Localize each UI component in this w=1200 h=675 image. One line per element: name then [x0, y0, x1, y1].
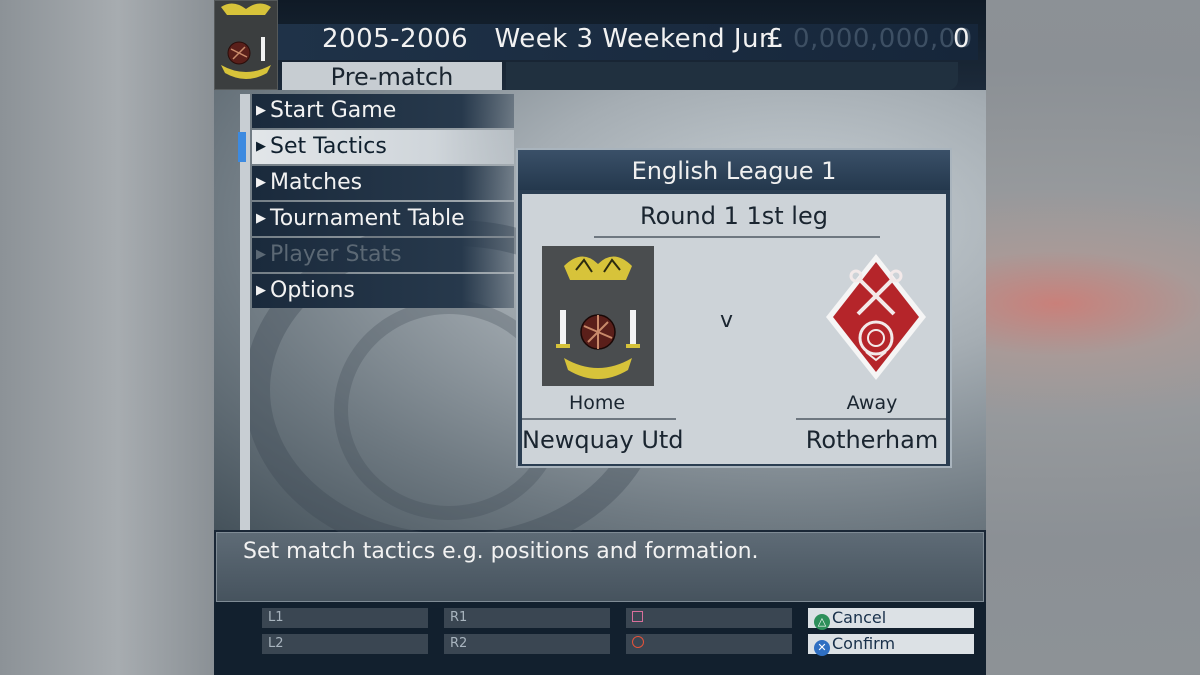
money-placeholder-digits: 0,000,000,00 — [793, 24, 973, 54]
away-team-crest — [822, 252, 930, 382]
money-value: 0 — [953, 24, 970, 54]
help-box: Set match tactics e.g. positions and for… — [216, 532, 984, 602]
menu-item-tournament-table[interactable]: ▶ Tournament Table — [252, 202, 514, 236]
screen-title-tab: Pre-match — [282, 62, 502, 91]
menu-item-label: Player Stats — [270, 242, 402, 267]
match-details: Round 1 1st leg v Home Away Newquay Utd … — [522, 194, 946, 464]
divider — [796, 418, 946, 420]
arrow-right-icon: ▶ — [256, 175, 266, 190]
menu-item-matches[interactable]: ▶ Matches — [252, 166, 514, 200]
triangle-icon: △ — [814, 614, 830, 630]
currency-symbol: £ — [766, 24, 783, 54]
club-badge-small — [214, 0, 278, 90]
help-text: Set match tactics e.g. positions and for… — [243, 539, 759, 564]
circle-icon — [632, 636, 644, 648]
square-button-hint[interactable] — [626, 608, 792, 628]
arrow-right-icon: ▶ — [256, 247, 266, 262]
arrow-right-icon: ▶ — [256, 103, 266, 118]
cancel-label: Cancel — [832, 608, 887, 627]
menu-item-set-tactics[interactable]: ▶ Set Tactics — [238, 130, 514, 164]
season-label: 2005-2006 — [322, 24, 469, 54]
confirm-button[interactable]: ✕ Confirm — [808, 634, 974, 656]
game-screen: 2005-2006 Week 3 Weekend Jun. £ 0,000,00… — [214, 0, 986, 675]
week-label: Week 3 Weekend Jun. — [494, 24, 785, 54]
menu-item-options[interactable]: ▶ Options — [252, 274, 514, 308]
menu-item-player-stats: ▶ Player Stats — [252, 238, 514, 272]
arrow-right-icon: ▶ — [256, 283, 266, 298]
square-icon — [632, 611, 643, 622]
confirm-label: Confirm — [832, 634, 896, 653]
competition-title: English League 1 — [518, 150, 950, 190]
arrow-right-icon: ▶ — [256, 211, 266, 226]
home-team-name: Newquay Utd — [522, 426, 684, 454]
r1-button-hint[interactable]: R1 — [444, 608, 610, 628]
season-week-label: 2005-2006 Week 3 Weekend Jun. — [322, 24, 785, 54]
home-team-crest — [542, 246, 654, 386]
r1-label: R1 — [450, 610, 468, 625]
cross-icon: ✕ — [814, 640, 830, 656]
l1-label: L1 — [268, 610, 284, 625]
menu-item-label: Start Game — [270, 98, 397, 123]
l1-button-hint[interactable]: L1 — [262, 608, 428, 628]
home-label: Home — [568, 392, 626, 414]
arrow-right-icon: ▶ — [256, 139, 266, 154]
menu-item-start-game[interactable]: ▶ Start Game — [252, 94, 514, 128]
round-label: Round 1 1st leg — [640, 202, 828, 230]
divider — [594, 236, 880, 238]
versus-label: v — [720, 308, 734, 333]
selection-marker — [238, 132, 246, 162]
cancel-button[interactable]: △ Cancel — [808, 608, 974, 630]
r2-label: R2 — [450, 636, 468, 651]
home-crest-icon — [542, 246, 654, 386]
match-info-panel: English League 1 Round 1 1st leg v Home … — [516, 148, 952, 468]
divider — [522, 418, 676, 420]
l2-button-hint[interactable]: L2 — [262, 634, 428, 654]
l2-label: L2 — [268, 636, 284, 651]
menu-item-label: Matches — [270, 170, 363, 195]
circle-button-hint[interactable] — [626, 634, 792, 654]
club-crest-icon — [215, 1, 277, 89]
prematch-menu: ▶ Start Game ▶ Set Tactics ▶ Matches ▶ T… — [238, 94, 514, 310]
tab-bar-fill — [506, 62, 958, 90]
away-crest-icon — [826, 254, 926, 380]
button-guide-bar: L1 L2 R1 R2 △ Cancel ✕ Confirm — [214, 602, 986, 675]
menu-item-label: Tournament Table — [270, 206, 465, 231]
menu-item-label: Set Tactics — [270, 134, 387, 159]
blurred-background-left — [0, 0, 215, 675]
away-label: Away — [846, 392, 898, 414]
menu-item-label: Options — [270, 278, 355, 303]
r2-button-hint[interactable]: R2 — [444, 634, 610, 654]
away-team-name: Rotherham — [805, 426, 939, 454]
